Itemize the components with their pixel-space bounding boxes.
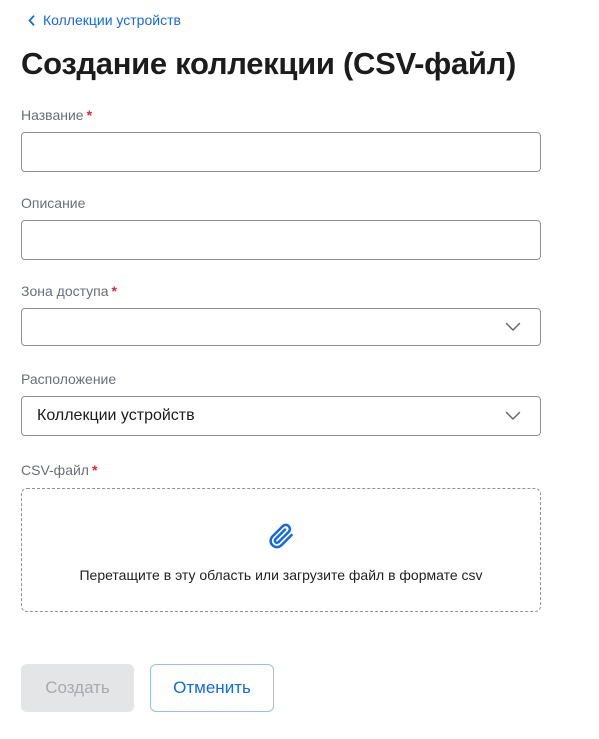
description-label-text: Описание	[21, 195, 86, 211]
required-marker: *	[86, 107, 93, 123]
location-select[interactable]: Коллекции устройств	[21, 396, 541, 436]
location-label-text: Расположение	[21, 371, 117, 387]
chevron-down-icon	[505, 322, 521, 331]
name-label-text: Название	[21, 107, 84, 123]
description-input[interactable]	[21, 220, 541, 260]
access-zone-select[interactable]	[21, 308, 541, 346]
name-label: Название *	[21, 107, 92, 123]
required-marker: *	[91, 462, 98, 478]
back-link[interactable]: Коллекции устройств	[28, 10, 181, 30]
create-button[interactable]: Создать	[21, 664, 134, 712]
page-title: Создание коллекции (CSV-файл)	[21, 46, 517, 81]
cancel-button[interactable]: Отменить	[150, 664, 274, 712]
required-marker: *	[111, 283, 117, 299]
access-zone-label-text: Зона доступа	[21, 283, 109, 299]
location-label: Расположение	[21, 371, 116, 387]
location-value: Коллекции устройств	[37, 407, 195, 424]
paperclip-icon	[269, 523, 293, 549]
chevron-down-icon	[505, 411, 521, 420]
csv-file-label: CSV-файл *	[21, 462, 97, 478]
name-input[interactable]	[21, 132, 541, 172]
back-link-label: Коллекции устройств	[43, 12, 181, 28]
description-label: Описание	[21, 195, 85, 211]
chevron-left-icon	[28, 14, 35, 26]
create-collection-page: Коллекции устройств Создание коллекции (…	[0, 0, 599, 739]
csv-dropzone[interactable]: Перетащите в эту область или загрузите ф…	[21, 488, 541, 612]
csv-file-label-text: CSV-файл	[21, 462, 89, 478]
dropzone-text: Перетащите в эту область или загрузите ф…	[79, 567, 483, 583]
access-zone-label: Зона доступа *	[21, 283, 117, 299]
